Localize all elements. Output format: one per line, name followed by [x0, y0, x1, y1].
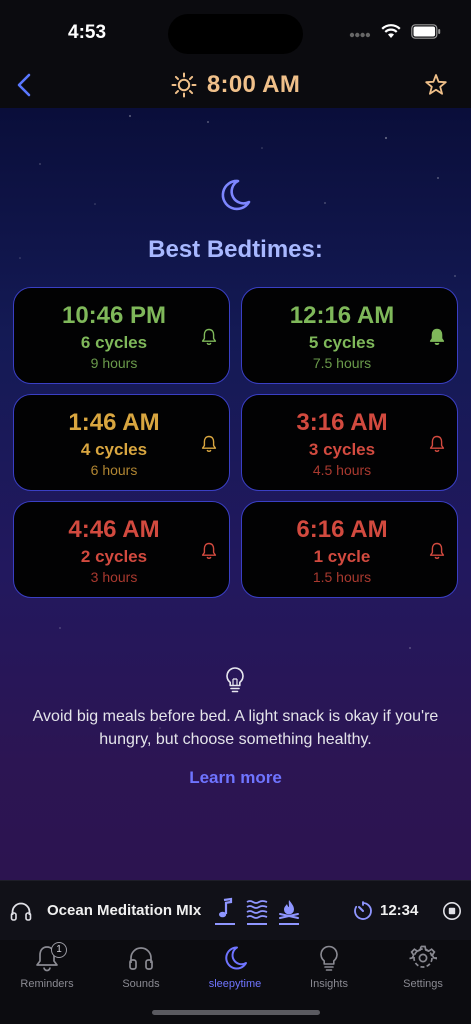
lightbulb-icon [315, 944, 343, 972]
dynamic-island [168, 14, 303, 54]
tab-label: Insights [310, 978, 348, 990]
waves-mode-button[interactable] [246, 897, 268, 925]
tab-reminders[interactable]: 1 Reminders [0, 942, 94, 998]
campfire-icon [279, 900, 299, 919]
tab-bar: 1 Reminders Sounds sleepytime Insights S… [0, 940, 471, 1024]
bell-icon[interactable] [201, 328, 217, 346]
bedtime-cycles: 5 cycles [308, 333, 376, 352]
lightbulb-icon [226, 667, 244, 693]
tab-label: sleepytime [208, 978, 262, 990]
main-content: Best Bedtimes: 10:46 PM 6 cycles 9 hours… [0, 108, 471, 880]
tab-sounds[interactable]: Sounds [94, 944, 188, 998]
mode-underline [215, 923, 235, 925]
bedtime-hours: 4.5 hours [312, 462, 372, 478]
bedtime-time: 4:46 AM [68, 516, 160, 543]
headphones-icon [10, 902, 32, 921]
now-playing-bar[interactable]: Ocean Meditation MIx 12:34 [0, 880, 471, 940]
campfire-mode-button[interactable] [278, 897, 300, 925]
bell-filled-icon[interactable] [429, 328, 445, 346]
music-note-icon [219, 897, 233, 918]
reminder-count-badge: 1 [51, 942, 67, 958]
bedtime-card[interactable]: 6:16 AM 1 cycle 1.5 hours [241, 501, 458, 598]
tab-insights[interactable]: Insights [282, 944, 376, 998]
bedtime-hours: 3 hours [90, 569, 138, 585]
favorite-button[interactable] [423, 72, 449, 98]
now-playing-title: Ocean Meditation MIx [47, 902, 202, 919]
tab-label: Settings [403, 978, 443, 990]
bedtime-cycles: 1 cycle [313, 547, 371, 566]
bedtime-time: 6:16 AM [296, 516, 388, 543]
bedtime-time: 1:46 AM [68, 409, 160, 436]
best-bedtimes-title: Best Bedtimes: [148, 236, 323, 263]
bedtime-time: 3:16 AM [296, 409, 388, 436]
status-icons [349, 24, 441, 44]
bedtime-cycles: 2 cycles [80, 547, 148, 566]
bell-icon[interactable] [429, 542, 445, 560]
star-icon [425, 74, 447, 95]
headphones-icon [127, 944, 155, 972]
bedtime-hours: 1.5 hours [312, 569, 372, 585]
wake-time-label: 8:00 AM [206, 71, 301, 98]
bedtime-hours: 7.5 hours [312, 355, 372, 371]
mode-underline [247, 923, 267, 925]
sound-mode-group [214, 897, 300, 925]
waves-icon [246, 900, 268, 919]
stop-icon[interactable] [442, 901, 462, 921]
bedtime-hours: 6 hours [90, 462, 138, 478]
moon-icon [221, 179, 251, 211]
tab-settings[interactable]: Settings [376, 944, 470, 998]
mode-underline [279, 923, 299, 925]
bedtime-card[interactable]: 10:46 PM 6 cycles 9 hours [13, 287, 230, 384]
bedtime-grid: 10:46 PM 6 cycles 9 hours 12:16 AM 5 cyc… [13, 287, 458, 598]
bedtime-card[interactable]: 3:16 AM 3 cycles 4.5 hours [241, 394, 458, 491]
bell-icon: 1 [33, 942, 67, 972]
learn-more-link[interactable]: Learn more [0, 768, 471, 788]
bedtime-cycles: 4 cycles [80, 440, 148, 459]
moon-icon [221, 944, 249, 972]
bedtime-cycles: 6 cycles [80, 333, 148, 352]
bell-icon[interactable] [201, 542, 217, 560]
tab-label: Sounds [122, 978, 160, 990]
home-indicator [152, 1010, 320, 1015]
sleep-timer-value: 12:34 [380, 902, 419, 919]
bedtime-card[interactable]: 4:46 AM 2 cycles 3 hours [13, 501, 230, 598]
wake-time-header[interactable]: 8:00 AM [0, 71, 471, 99]
wifi-icon [381, 24, 401, 44]
bedtime-cycles: 3 cycles [308, 440, 376, 459]
bedtime-card[interactable]: 12:16 AM 5 cycles 7.5 hours [241, 287, 458, 384]
bedtime-card[interactable]: 1:46 AM 4 cycles 6 hours [13, 394, 230, 491]
sleep-tip-text: Avoid big meals before bed. A light snac… [32, 708, 439, 748]
battery-icon [411, 24, 441, 44]
bell-icon[interactable] [429, 435, 445, 453]
signal-icon [349, 25, 371, 43]
status-time: 4:53 [68, 22, 107, 43]
bedtime-hours: 9 hours [90, 355, 138, 371]
timer-icon[interactable] [353, 901, 373, 921]
sun-icon [171, 72, 197, 98]
tab-sleepytime[interactable]: sleepytime [188, 944, 282, 998]
tab-label: Reminders [20, 978, 74, 990]
status-bar: 4:53 [0, 0, 471, 62]
music-mode-button[interactable] [214, 897, 236, 925]
gear-icon [409, 944, 438, 972]
bedtime-time: 10:46 PM [61, 302, 167, 329]
bell-icon[interactable] [201, 435, 217, 453]
nav-bar: 8:00 AM [0, 62, 471, 108]
bedtime-time: 12:16 AM [289, 302, 395, 329]
